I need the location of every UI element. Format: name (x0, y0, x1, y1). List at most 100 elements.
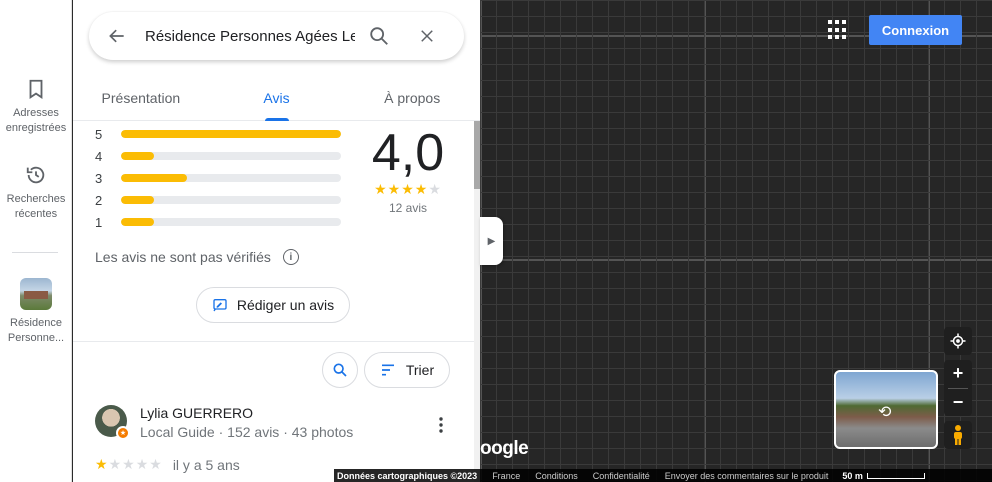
rating-bar-row: 1 (95, 211, 345, 233)
search-input[interactable]: Résidence Personnes Agées Le (145, 28, 355, 45)
rating-bar-track (121, 130, 341, 138)
rail-saved-label: Adresses enregistrées (5, 107, 67, 134)
reviewer-meta: Local Guide · 152 avis · 43 photos (140, 424, 354, 440)
apps-grid-icon[interactable] (828, 20, 848, 40)
zoom-controls: + − (944, 360, 972, 416)
local-guide-badge-icon: ★ (116, 426, 130, 440)
star-empty-icon: ★ (149, 456, 163, 472)
scale-line (866, 472, 925, 479)
sort-icon (381, 364, 394, 376)
rail-place[interactable]: Résidence Personne... (0, 278, 72, 346)
rating-histogram: 5 4 3 2 1 (95, 123, 345, 233)
rate-review-icon (213, 299, 227, 312)
star-filled-icon: ★ (95, 456, 109, 472)
more-options-button[interactable] (429, 413, 453, 437)
search-reviews-button[interactable] (322, 352, 358, 388)
map-copyright: Données cartographiques ©2023 (337, 470, 478, 481)
rating-bar-label: 4 (95, 148, 103, 164)
tab-overview[interactable]: Présentation (73, 74, 209, 120)
history-icon (26, 166, 45, 184)
scrollbar[interactable] (474, 121, 480, 482)
rating-bar-fill (121, 130, 341, 138)
rating-bar-label: 1 (95, 214, 103, 230)
rail-recent[interactable]: Recherches récentes (0, 164, 72, 222)
average-rating: 4,0 (371, 124, 445, 182)
arrow-left-icon (109, 29, 124, 43)
search-box: Résidence Personnes Agées Le (89, 12, 464, 60)
pegman-icon (954, 425, 962, 445)
rail-place-label: Résidence Personne... (7, 317, 65, 344)
rotate-360-icon: ⟲ (878, 404, 892, 421)
place-thumbnail (20, 278, 52, 310)
tab-bar: Présentation Avis À propos (73, 74, 480, 121)
rating-bar-fill (121, 218, 154, 226)
bookmark-icon (29, 79, 43, 99)
rail-divider (12, 252, 58, 253)
rail-recent-label: Recherches récentes (6, 193, 66, 220)
avatar[interactable]: ★ (95, 405, 130, 440)
country-link[interactable]: France (492, 471, 520, 481)
zoom-in-button[interactable]: + (944, 360, 972, 388)
rating-bar-track (121, 196, 341, 204)
rating-bar-fill (121, 174, 187, 182)
terms-link[interactable]: Conditions (535, 471, 578, 481)
rating-bar-label: 2 (95, 192, 103, 208)
map-footer: Données cartographiques ©2023 France Con… (334, 469, 992, 482)
my-location-button[interactable] (944, 327, 972, 355)
collapse-panel-button[interactable]: ▶ (480, 217, 503, 265)
rating-summary: 4,0 ★★★★★ 12 avis (363, 125, 453, 215)
unverified-text: Les avis ne sont pas vérifiés (95, 249, 271, 265)
zoom-out-button[interactable]: − (944, 389, 972, 417)
info-icon[interactable]: i (282, 249, 299, 265)
back-button[interactable] (89, 12, 145, 60)
my-location-icon (950, 333, 966, 349)
star-filled-icon: ★ (374, 181, 388, 197)
review-rating: ★★★★★ il y a 5 ans (95, 456, 240, 473)
google-logo: oogle (480, 438, 529, 459)
chevron-right-icon: ▶ (487, 235, 496, 247)
tab-reviews[interactable]: Avis (209, 74, 345, 121)
reviews-content[interactable]: 5 4 3 2 1 4,0 ★★★★★ 12 avis Les avis ne … (73, 121, 480, 482)
write-review-button[interactable]: Rédiger un avis (196, 287, 350, 323)
close-icon (421, 30, 433, 42)
star-empty-icon: ★ (428, 181, 442, 197)
rating-bar-label: 5 (95, 126, 103, 142)
review-date: il y a 5 ans (172, 456, 240, 473)
search-icon (370, 27, 388, 45)
sort-label: Trier (405, 362, 435, 378)
place-panel: Résidence Personnes Agées Le Présentatio… (73, 0, 480, 482)
rating-bar-row: 3 (95, 167, 345, 189)
pegman-button[interactable] (944, 421, 972, 449)
rail-saved[interactable]: Adresses enregistrées (0, 78, 72, 136)
reviewer-name[interactable]: Lylia GUERRERO (140, 405, 253, 421)
scale-label: 50 m (842, 470, 863, 481)
search-icon (333, 363, 347, 377)
rating-bar-fill (121, 152, 154, 160)
clear-button[interactable] (403, 12, 451, 60)
review-count[interactable]: 12 avis (363, 201, 453, 215)
rating-bar-track (121, 152, 341, 160)
rating-bar-track (121, 174, 341, 182)
rating-bar-row: 4 (95, 145, 345, 167)
star-filled-icon: ★ (414, 181, 429, 197)
star-empty-icon: ★ (108, 456, 123, 472)
feedback-link[interactable]: Envoyer des commentaires sur le produit (665, 471, 829, 481)
privacy-link[interactable]: Confidentialité (593, 471, 650, 481)
average-stars: ★★★★★ (363, 181, 453, 198)
left-rail: Adresses enregistrées Recherches récente… (0, 0, 72, 482)
section-divider (73, 341, 474, 342)
signin-button[interactable]: Connexion (869, 15, 962, 45)
more-vert-icon (439, 417, 443, 433)
scrollbar-thumb[interactable] (474, 121, 480, 189)
star-filled-icon: ★ (401, 181, 415, 197)
rating-bar-track (121, 218, 341, 226)
scale-bar[interactable]: 50 m (842, 471, 925, 481)
sort-button[interactable]: Trier (364, 352, 450, 388)
rating-bar-label: 3 (95, 170, 103, 186)
search-button[interactable] (355, 12, 403, 60)
rating-bar-row: 2 (95, 189, 345, 211)
tab-about[interactable]: À propos (344, 74, 480, 120)
rating-bar-fill (121, 196, 154, 204)
street-view-preview[interactable]: ⟲ (834, 370, 938, 449)
star-empty-icon: ★ (122, 456, 136, 472)
